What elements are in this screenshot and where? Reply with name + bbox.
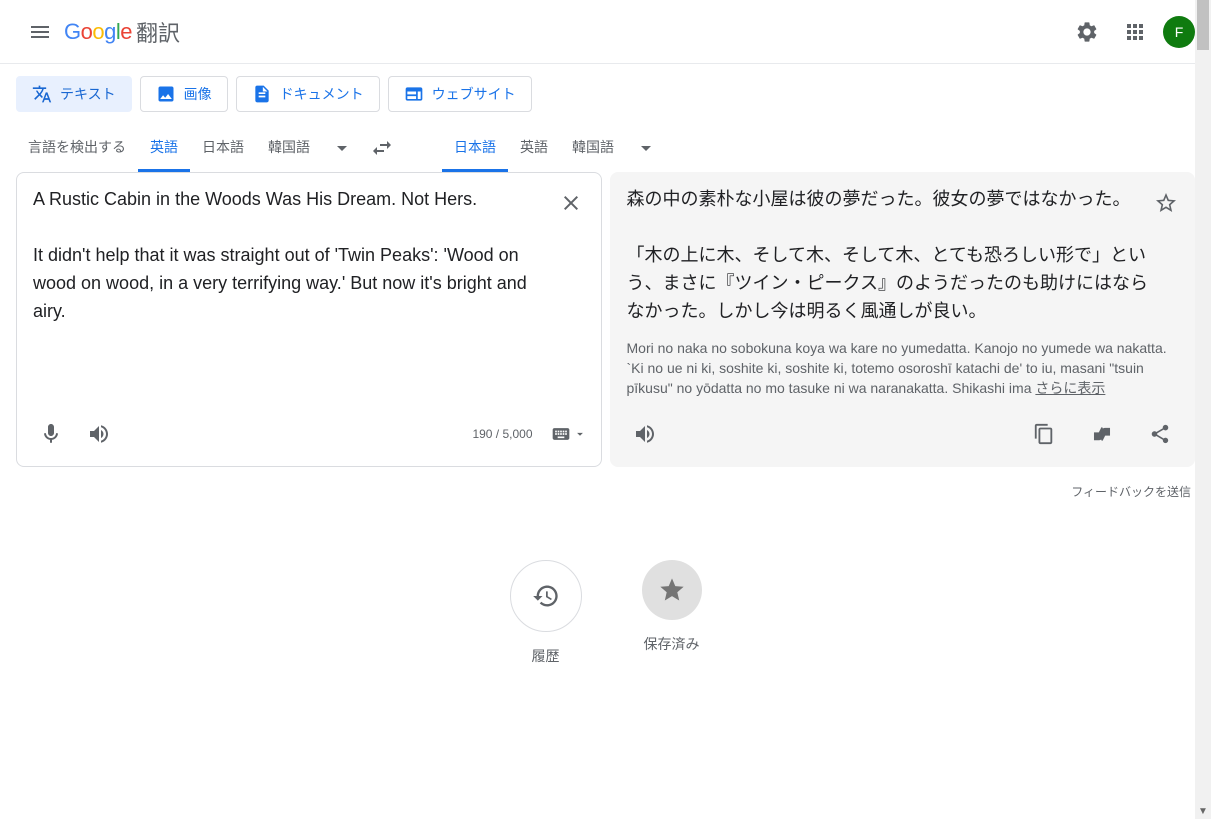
tab-text-label: テキスト [60,84,116,104]
thumbs-icon [1091,423,1113,445]
chevron-down-icon [330,136,354,160]
tab-image[interactable]: 画像 [140,76,228,112]
app-header: Google 翻訳 F [0,0,1211,64]
website-icon [404,84,424,104]
rate-translation-button[interactable] [1082,414,1122,454]
close-icon [559,191,583,215]
target-lang-1[interactable]: 英語 [508,124,560,172]
show-more-romanization[interactable]: さらに表示 [1035,380,1105,396]
main-menu-button[interactable] [16,8,64,56]
source-text-input[interactable]: A Rustic Cabin in the Woods Was His Drea… [17,173,601,408]
target-lang-more[interactable] [626,128,666,168]
keyboard-button[interactable] [551,424,587,444]
apps-button[interactable] [1115,12,1155,52]
apps-grid-icon [1123,20,1147,44]
app-name: 翻訳 [136,16,180,48]
star-outline-icon [1154,191,1178,215]
source-lang-group: 言語を検出する 英語 日本語 韓国語 [16,124,362,172]
save-translation-button[interactable] [1146,183,1186,223]
history-icon [532,582,560,610]
translation-panes: A Rustic Cabin in the Woods Was His Drea… [0,172,1211,483]
char-count: 190 / 5,000 [472,427,532,441]
dropdown-icon [573,427,587,441]
translate-icon [32,84,52,104]
account-avatar[interactable]: F [1163,16,1195,48]
copy-icon [1033,423,1055,445]
speaker-icon [87,422,111,446]
keyboard-icon [551,424,571,444]
google-logo: Google [64,19,132,45]
target-pane: 森の中の素朴な小屋は彼の夢だった。彼女の夢ではなかった。 「木の上に木、そして木… [610,172,1196,467]
settings-button[interactable] [1067,12,1107,52]
copy-button[interactable] [1024,414,1064,454]
tab-document-label: ドキュメント [280,84,364,104]
page-scrollbar[interactable]: ▲ ▼ [1195,0,1211,819]
bottom-actions: 履歴 保存済み [0,560,1211,666]
tab-text[interactable]: テキスト [16,76,132,112]
speaker-icon [633,422,657,446]
send-feedback-link[interactable]: フィードバックを送信 [0,483,1211,500]
tab-website[interactable]: ウェブサイト [388,76,532,112]
hamburger-icon [28,20,52,44]
target-text-output: 森の中の素朴な小屋は彼の夢だった。彼女の夢ではなかった。 「木の上に木、そして木… [611,173,1195,338]
tab-document[interactable]: ドキュメント [236,76,380,112]
source-lang-0[interactable]: 英語 [138,124,190,172]
clear-source-button[interactable] [551,183,591,223]
target-lang-0[interactable]: 日本語 [442,124,508,172]
image-icon [156,84,176,104]
language-bar: 言語を検出する 英語 日本語 韓国語 日本語 英語 韓国語 [0,124,1211,172]
target-lang-2[interactable]: 韓国語 [560,124,626,172]
history-label: 履歴 [532,646,560,666]
tab-image-label: 画像 [184,84,212,104]
saved-label: 保存済み [644,634,700,654]
source-lang-more[interactable] [322,128,362,168]
source-lang-2[interactable]: 韓国語 [256,124,322,172]
chevron-down-icon [634,136,658,160]
gear-icon [1075,20,1099,44]
listen-target-button[interactable] [625,414,665,454]
saved-button[interactable]: 保存済み [642,560,702,666]
logo[interactable]: Google 翻訳 [64,16,180,48]
source-pane: A Rustic Cabin in the Woods Was His Drea… [16,172,602,467]
source-lang-detect[interactable]: 言語を検出する [16,124,138,172]
mic-icon [39,422,63,446]
history-button[interactable]: 履歴 [510,560,582,666]
romanization: Mori no naka no sobokuna koya wa kare no… [611,338,1195,408]
target-lang-group: 日本語 英語 韓国語 [442,124,666,172]
share-icon [1149,423,1171,445]
mic-button[interactable] [31,414,71,454]
swap-icon [370,136,394,160]
star-icon [658,576,686,604]
scroll-down-arrow[interactable]: ▼ [1195,803,1211,819]
tab-website-label: ウェブサイト [432,84,516,104]
source-lang-1[interactable]: 日本語 [190,124,256,172]
input-type-tabs: テキスト 画像 ドキュメント ウェブサイト [0,64,1211,124]
swap-languages-button[interactable] [362,128,402,168]
listen-source-button[interactable] [79,414,119,454]
scroll-thumb[interactable] [1197,0,1209,50]
share-button[interactable] [1140,414,1180,454]
document-icon [252,84,272,104]
